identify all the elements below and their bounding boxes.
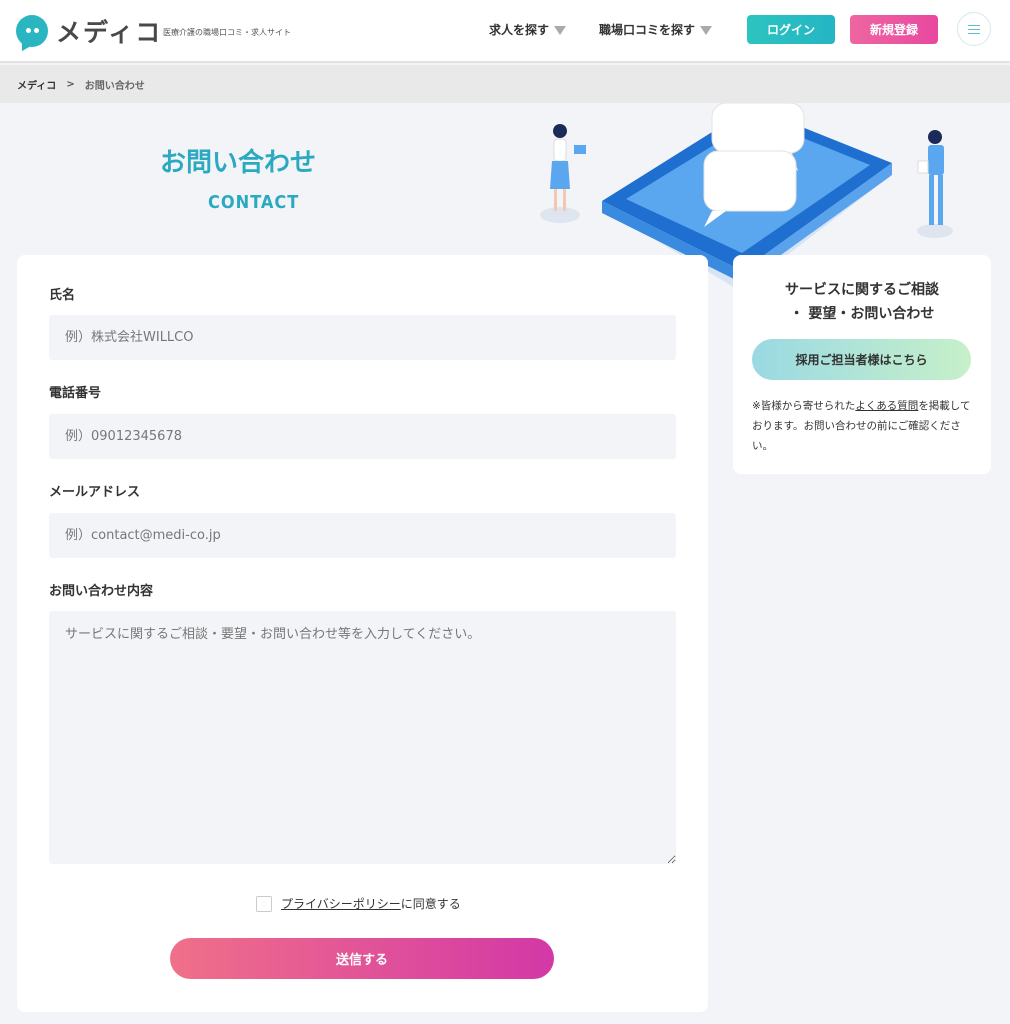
page-subtitle: CONTACT	[208, 192, 300, 213]
breadcrumb-separator: >	[66, 78, 75, 90]
name-label: 氏名	[49, 288, 76, 303]
site-logo[interactable]: メディコ	[16, 13, 162, 49]
logo-text: メディコ	[56, 18, 163, 47]
side-card-title: サービスに関するご相談 ・ 要望・お問い合わせ	[733, 278, 991, 326]
nav-find-jobs[interactable]: 求人を探す	[489, 21, 567, 38]
submit-button[interactable]: 送信する	[170, 938, 554, 979]
breadcrumb-current: お問い合わせ	[84, 80, 145, 92]
name-input[interactable]	[49, 315, 676, 360]
privacy-checkbox[interactable]	[256, 895, 272, 912]
service-inquiry-card: サービスに関するご相談 ・ 要望・お問い合わせ 採用ご担当者様はこちら ※皆様か…	[733, 255, 991, 474]
page-title: お問い合わせ	[160, 148, 317, 178]
phone-label: 電話番号	[49, 386, 102, 401]
caret-down-icon	[700, 26, 713, 35]
faq-note-prefix: ※皆様から寄せられた	[752, 400, 856, 412]
nav-find-reviews[interactable]: 職場口コミを探す	[599, 21, 713, 38]
side-title-line1: サービスに関するご相談	[785, 282, 939, 298]
message-label: お問い合わせ内容	[49, 584, 154, 599]
contact-form: 氏名 電話番号 メールアドレス お問い合わせ内容 プライバシーポリシー に同意す…	[17, 255, 708, 1012]
register-button[interactable]: 新規登録	[850, 15, 938, 44]
message-textarea[interactable]	[49, 611, 676, 864]
site-header: メディコ 医療介護の職場口コミ・求人サイト 求人を探す 職場口コミを探す ログイ…	[0, 0, 1010, 63]
privacy-agree-text: に同意する	[400, 897, 461, 911]
privacy-agreement: プライバシーポリシー に同意する	[256, 895, 461, 912]
email-label: メールアドレス	[49, 485, 141, 500]
nav-find-reviews-label: 職場口コミを探す	[599, 23, 696, 37]
employer-button[interactable]: 採用ご担当者様はこちら	[752, 339, 971, 380]
hamburger-menu-icon[interactable]	[957, 12, 991, 46]
email-input[interactable]	[49, 513, 676, 558]
login-button[interactable]: ログイン	[747, 15, 835, 44]
chat-bubble-logo-icon	[16, 15, 48, 47]
phone-input[interactable]	[49, 414, 676, 459]
side-title-line2: ・ 要望・お問い合わせ	[789, 306, 935, 322]
faq-note: ※皆様から寄せられたよくある質問を掲載しております。お問い合わせの前にご確認くだ…	[752, 396, 974, 456]
breadcrumb: メディコ > お問い合わせ	[0, 65, 1010, 103]
caret-down-icon	[554, 26, 567, 35]
breadcrumb-home[interactable]: メディコ	[17, 77, 56, 92]
privacy-policy-link[interactable]: プライバシーポリシー	[281, 895, 401, 912]
site-tagline: 医療介護の職場口コミ・求人サイト	[163, 28, 291, 37]
faq-link[interactable]: よくある質問	[855, 400, 918, 412]
nav-find-jobs-label: 求人を探す	[489, 23, 550, 37]
